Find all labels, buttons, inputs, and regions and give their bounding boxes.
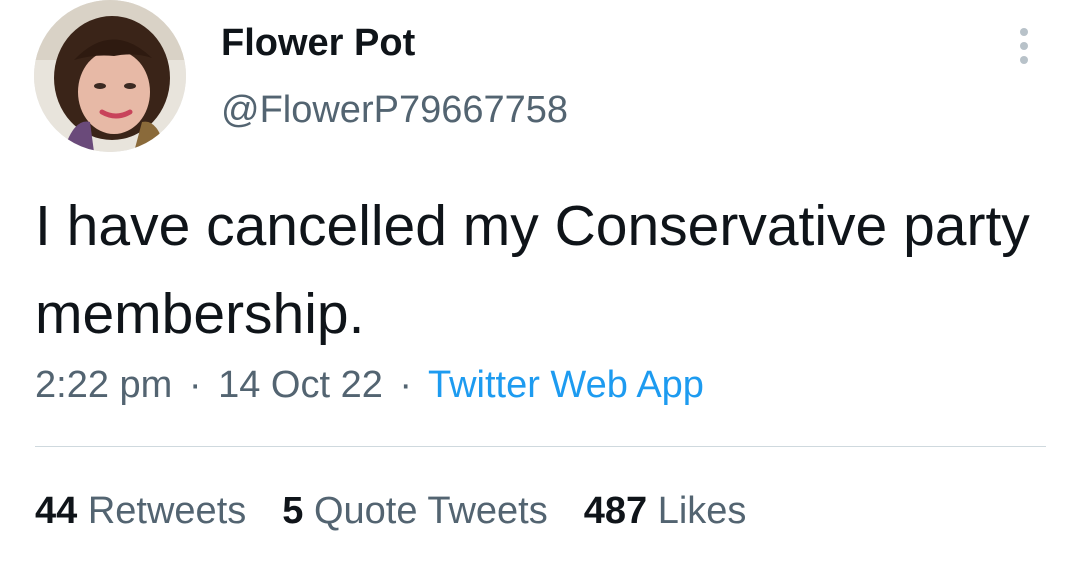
tweet-stats: 44 Retweets 5 Quote Tweets 487 Likes: [35, 486, 782, 536]
retweets-stat[interactable]: 44 Retweets: [35, 486, 246, 536]
quote-tweets-label: Quote Tweets: [313, 490, 548, 532]
meta-separator: ·: [399, 364, 413, 406]
likes-count: 487: [583, 490, 648, 532]
display-name[interactable]: Flower Pot: [221, 20, 415, 66]
tweet-text: I have cancelled my Conservative party m…: [35, 194, 1030, 346]
likes-label: Likes: [657, 490, 747, 532]
tweet-meta: 2:22 pm · 14 Oct 22 · Twitter Web App: [35, 360, 704, 410]
divider: [35, 446, 1046, 447]
tweet-date[interactable]: 14 Oct 22: [218, 364, 383, 406]
tweet-source-link[interactable]: Twitter Web App: [428, 364, 704, 406]
tweet-time[interactable]: 2:22 pm: [35, 364, 172, 406]
more-vertical-icon: [1020, 28, 1028, 64]
profile-photo-image: [34, 0, 186, 152]
quote-tweets-count: 5: [282, 490, 304, 532]
more-options-button[interactable]: [1004, 24, 1044, 68]
quote-tweets-stat[interactable]: 5 Quote Tweets: [282, 486, 547, 536]
likes-stat[interactable]: 487 Likes: [584, 486, 747, 536]
retweets-label: Retweets: [87, 490, 247, 532]
tweet-card: Flower Pot @FlowerP79667758 I have cance…: [0, 0, 1073, 565]
avatar[interactable]: [34, 0, 186, 152]
user-handle[interactable]: @FlowerP79667758: [221, 87, 568, 133]
retweets-count: 44: [35, 490, 78, 532]
meta-separator: ·: [188, 364, 202, 406]
